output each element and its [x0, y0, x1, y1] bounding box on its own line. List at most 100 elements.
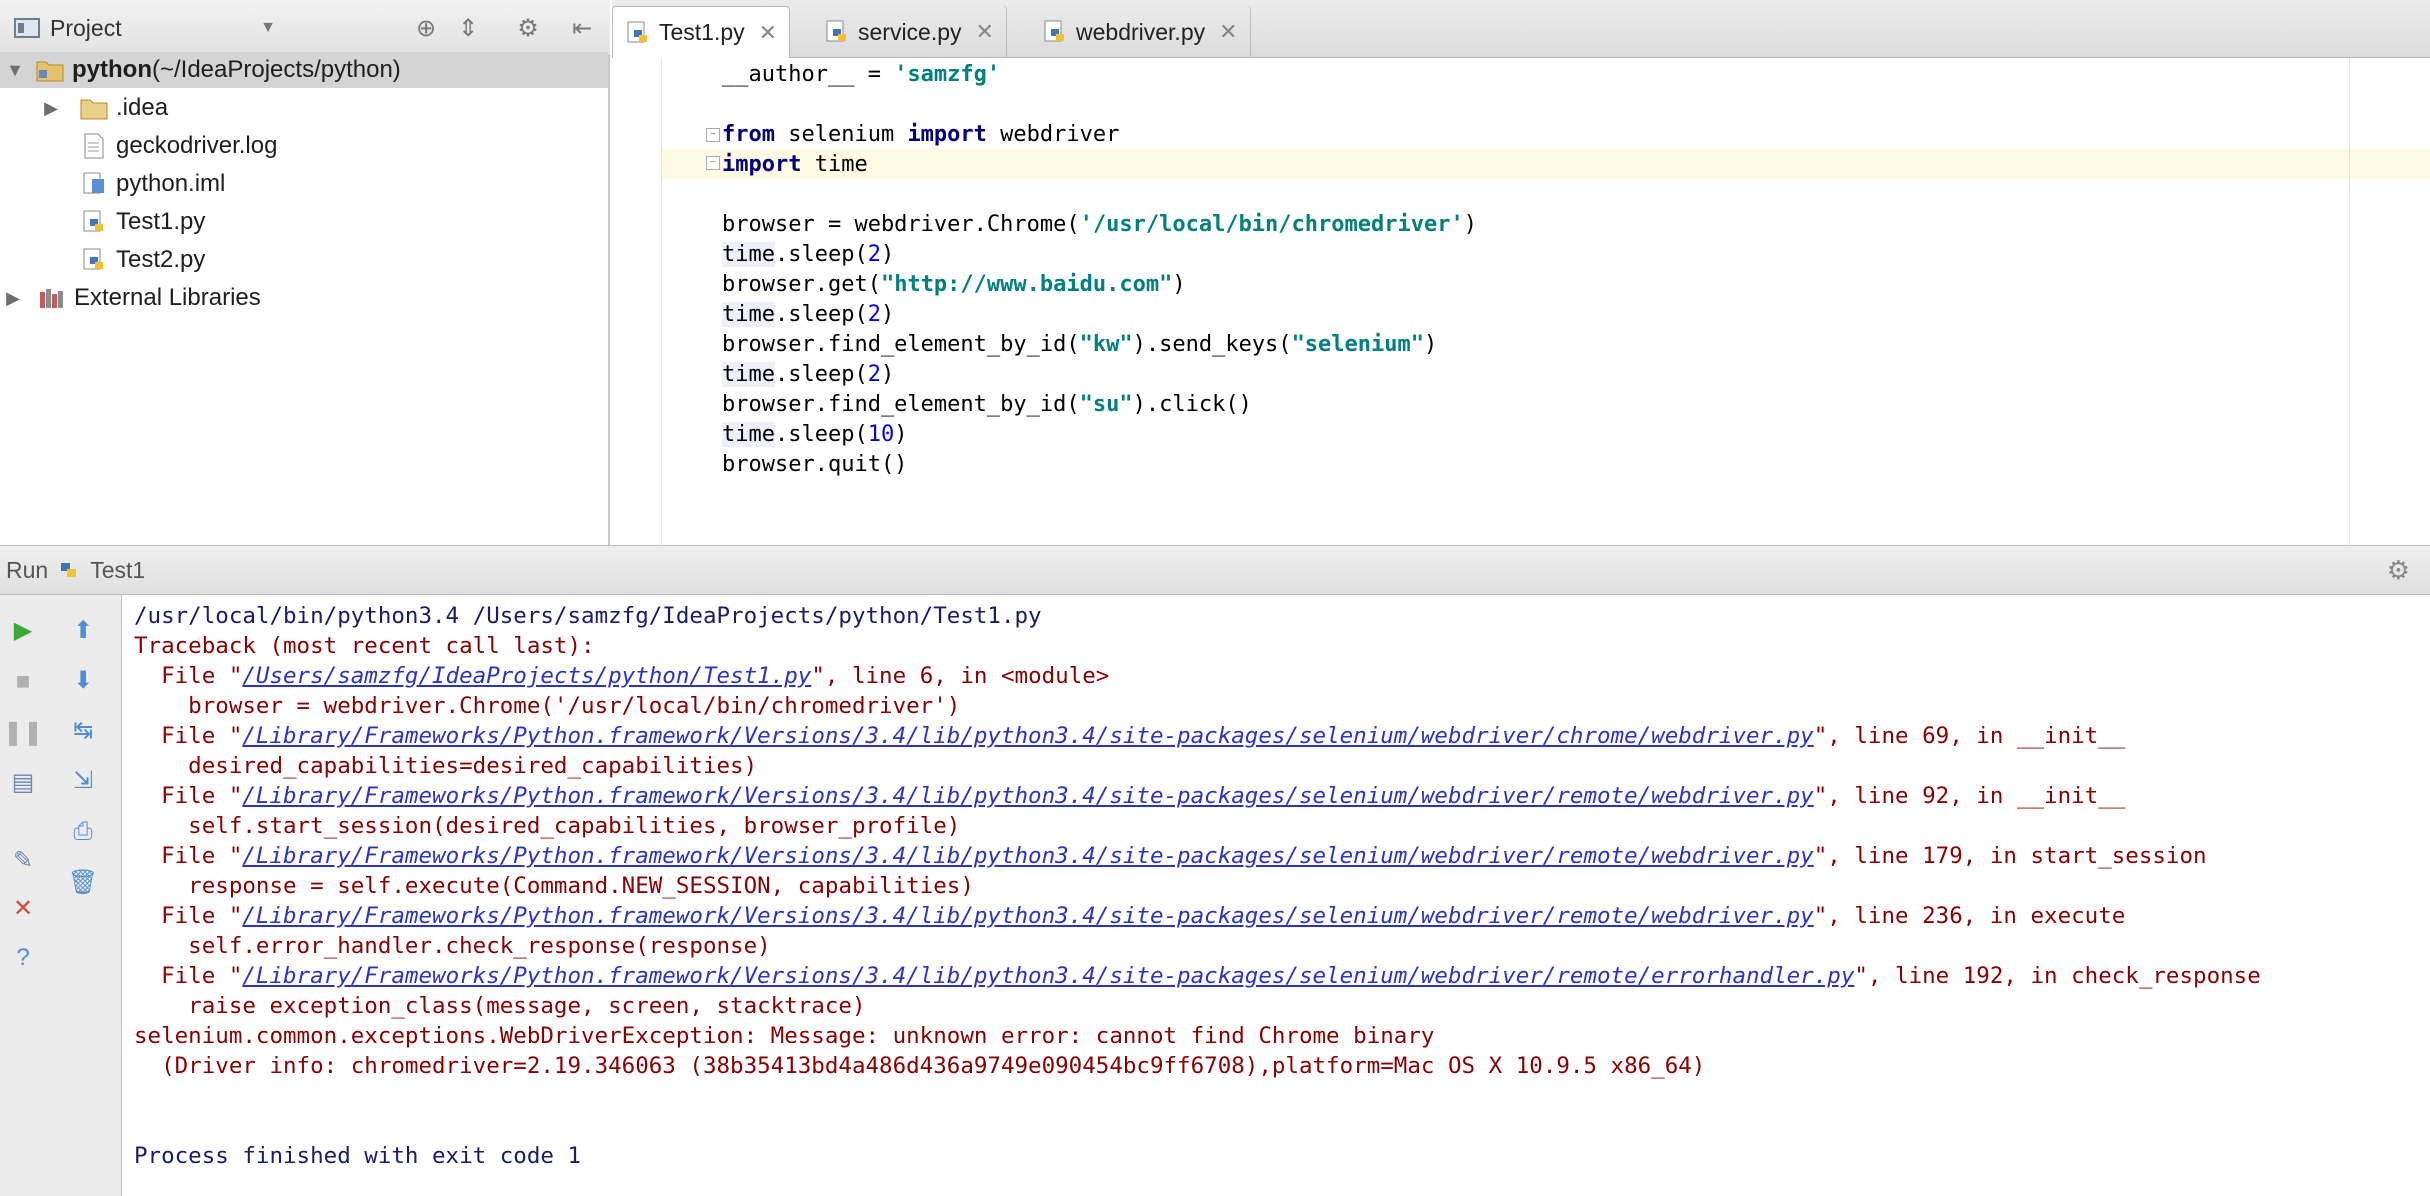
tab-label: Test1.py: [659, 19, 745, 45]
tree-item-python-iml[interactable]: python.iml: [0, 166, 608, 202]
traceback-code-line: self.error_handler.check_response(respon…: [134, 933, 771, 959]
code-line-7: time.sleep(2): [722, 242, 895, 267]
library-icon: [38, 284, 66, 312]
expanded-arrow-icon[interactable]: ▼: [4, 59, 26, 81]
pause-icon[interactable]: ❚❚: [3, 715, 43, 749]
tab-label: webdriver.py: [1076, 18, 1206, 45]
code-line-1: __author__ = 'samzfg': [722, 62, 1001, 87]
trash-icon[interactable]: 🗑: [66, 865, 100, 899]
log-file-icon: [80, 132, 108, 160]
project-view-icon: [14, 18, 40, 38]
code-line-4: import time: [722, 152, 868, 177]
file-link[interactable]: /Library/Frameworks/Python.framework/Ver…: [242, 783, 1813, 809]
code-editor: Test1.py ✕ service.py ✕ webdriver.py ✕ −…: [612, 0, 2430, 545]
traceback-code-line: response = self.execute(Command.NEW_SESS…: [134, 873, 974, 899]
traceback-header: Traceback (most recent call last):: [134, 633, 595, 659]
driver-info: (Driver info: chromedriver=2.19.346063 (…: [134, 1053, 1706, 1079]
collapsed-arrow-icon[interactable]: ▶: [2, 287, 24, 309]
process-exit-message: Process finished with exit code 1: [134, 1143, 582, 1169]
run-config-tab[interactable]: Test1: [90, 557, 145, 584]
arrow-down-icon[interactable]: ⬇: [66, 663, 100, 697]
python-file-icon: [80, 246, 108, 274]
file-link[interactable]: /Library/Frameworks/Python.framework/Ver…: [242, 903, 1813, 929]
tab-webdriver[interactable]: webdriver.py ✕: [1030, 6, 1251, 58]
tree-item-test1[interactable]: Test1.py: [0, 204, 608, 240]
run-panel-header: Run Test1 ⚙: [0, 545, 2430, 595]
tree-item-path: (~/IdeaProjects/python): [151, 56, 401, 83]
tree-item-label: geckodriver.log: [116, 132, 278, 159]
project-panel-header: Project ▼ ⊕ ⇕ ⚙ ⇤: [0, 0, 610, 56]
close-icon[interactable]: ✕: [6, 891, 40, 925]
collapse-all-icon[interactable]: ⇕: [452, 12, 484, 44]
soft-wrap-icon[interactable]: ↹: [66, 713, 100, 747]
locate-icon[interactable]: ⊕: [410, 12, 442, 44]
python-file-icon: [627, 21, 647, 42]
traceback-code-line: self.start_session(desired_capabilities,…: [134, 813, 961, 839]
close-icon[interactable]: ✕: [759, 20, 777, 46]
project-view-label: Project: [50, 14, 122, 41]
rerun-icon[interactable]: ▶: [6, 613, 40, 647]
chevron-down-icon: ▼: [260, 19, 276, 36]
traceback-file-line: File "/Library/Frameworks/Python.framewo…: [134, 903, 2126, 929]
gear-icon[interactable]: ⚙: [2387, 555, 2410, 586]
fold-marker-icon[interactable]: −: [706, 128, 720, 142]
tree-item-label: .idea: [116, 94, 169, 121]
console-output[interactable]: /usr/local/bin/python3.4 /Users/samzfg/I…: [122, 595, 2430, 1196]
run-label: Run: [6, 556, 49, 583]
traceback-file-line: File "/Library/Frameworks/Python.framewo…: [134, 843, 2207, 869]
run-toolbar: ▶ ■ ❚❚ ▤ ✎ ✕ ? ⬆ ⬇ ↹ ⇲ ⎙ 🗑: [0, 595, 122, 1196]
tree-item-label: Test2.py: [116, 246, 206, 273]
tab-service[interactable]: service.py ✕: [812, 6, 1007, 58]
python-config-icon: [61, 563, 77, 577]
project-view-selector[interactable]: Project ▼: [14, 10, 276, 46]
tree-item-label: python.iml: [116, 170, 226, 197]
traceback-code-line: raise exception_class(message, screen, s…: [134, 993, 866, 1019]
hide-panel-icon[interactable]: ⇤: [566, 12, 598, 44]
python-file-icon: [1044, 20, 1064, 42]
scroll-to-end-icon[interactable]: ⇲: [66, 763, 100, 797]
arrow-up-icon[interactable]: ⬆: [66, 613, 100, 647]
code-line-8: browser.get("http://www.baidu.com"): [722, 272, 1186, 297]
file-link[interactable]: /Users/samzfg/IdeaProjects/python/Test1.…: [242, 663, 811, 689]
run-tool-window: Run Test1 ⚙ ▶ ■ ❚❚ ▤ ✎ ✕ ? ⬆ ⬇ ↹ ⇲ ⎙ 🗑 /…: [0, 545, 2430, 1196]
collapsed-arrow-icon[interactable]: ▶: [40, 97, 62, 119]
close-icon[interactable]: ✕: [976, 19, 994, 45]
tree-item-geckodriver-log[interactable]: geckodriver.log: [0, 128, 608, 164]
editor-gutter: [612, 58, 662, 545]
module-file-icon: [80, 170, 108, 198]
file-link[interactable]: /Library/Frameworks/Python.framework/Ver…: [242, 843, 1813, 869]
file-link[interactable]: /Library/Frameworks/Python.framework/Ver…: [242, 963, 1854, 989]
project-panel: Project ▼ ⊕ ⇕ ⚙ ⇤ ▼ python (~/IdeaProjec…: [0, 0, 610, 545]
gear-icon[interactable]: ⚙: [512, 12, 544, 44]
folder-icon: [80, 94, 108, 122]
tree-item-idea[interactable]: ▶ .idea: [0, 90, 608, 126]
editor-tab-bar: Test1.py ✕ service.py ✕ webdriver.py ✕: [612, 0, 2430, 58]
traceback-code-line: desired_capabilities=desired_capabilitie…: [134, 753, 758, 779]
print-icon[interactable]: ⎙: [66, 815, 100, 849]
python-file-icon: [826, 20, 846, 42]
stop-icon[interactable]: ■: [6, 665, 40, 699]
close-icon[interactable]: ✕: [1219, 19, 1237, 45]
tree-item-label: python: [72, 56, 152, 83]
code-line-10: browser.find_element_by_id("kw").send_ke…: [722, 332, 1438, 357]
tree-item-external-libraries[interactable]: ▶ External Libraries: [0, 280, 608, 316]
console-command-line: /usr/local/bin/python3.4 /Users/samzfg/I…: [134, 603, 1042, 629]
tree-item-test2[interactable]: Test2.py: [0, 242, 608, 278]
traceback-file-line: File "/Library/Frameworks/Python.framewo…: [134, 723, 2126, 749]
tree-item-project-root[interactable]: ▼ python (~/IdeaProjects/python): [0, 52, 608, 88]
tree-item-label: External Libraries: [74, 284, 261, 311]
project-folder-icon: [36, 56, 64, 84]
layout-icon[interactable]: ▤: [6, 765, 40, 799]
code-line-3: from selenium import webdriver: [722, 122, 1120, 147]
pin-icon[interactable]: ✎: [6, 843, 40, 877]
file-link[interactable]: /Library/Frameworks/Python.framework/Ver…: [242, 723, 1813, 749]
fold-marker-icon[interactable]: −: [706, 156, 720, 170]
traceback-code-line: browser = webdriver.Chrome('/usr/local/b…: [134, 693, 961, 719]
code-line-14: browser.quit(): [722, 452, 908, 477]
traceback-file-line: File "/Library/Frameworks/Python.framewo…: [134, 963, 2261, 989]
tab-test1[interactable]: Test1.py ✕: [612, 6, 791, 58]
help-icon[interactable]: ?: [6, 941, 40, 975]
code-line-9: time.sleep(2): [722, 302, 895, 327]
exception-message: selenium.common.exceptions.WebDriverExce…: [134, 1023, 1435, 1049]
code-text-area[interactable]: − − __author__ = 'samzfg' from selenium …: [662, 58, 2430, 545]
